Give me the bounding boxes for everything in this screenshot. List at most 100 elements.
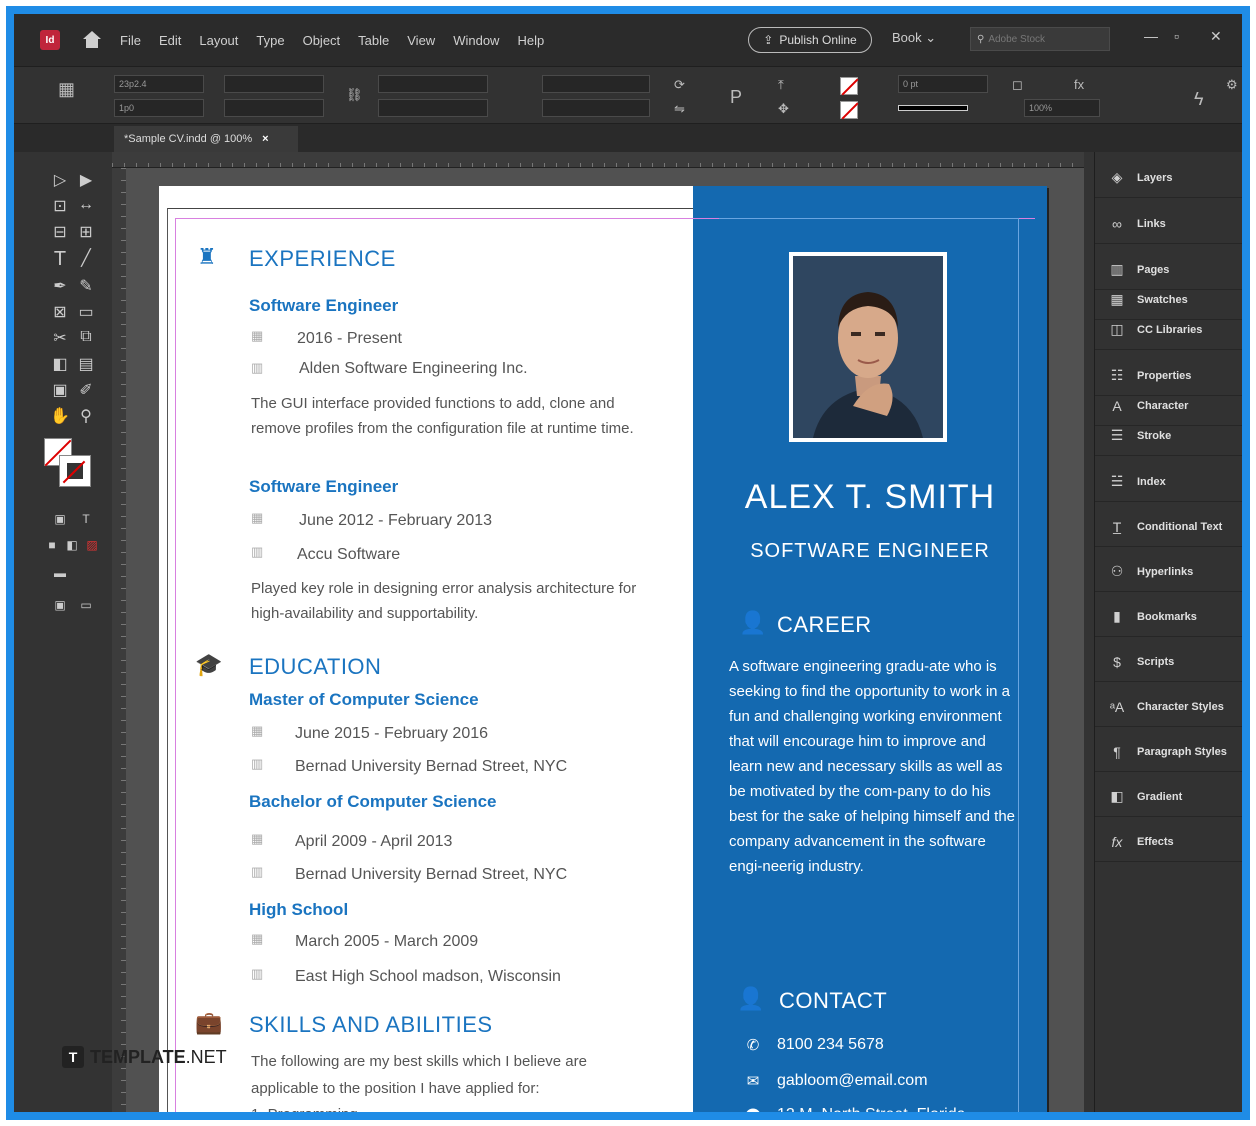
- adobe-stock-search[interactable]: ⚲ Adobe Stock: [970, 27, 1110, 51]
- lightning-icon[interactable]: ϟ: [1194, 89, 1204, 110]
- menu-file[interactable]: File: [120, 33, 141, 48]
- normal-view-icon[interactable]: ▣: [48, 598, 72, 612]
- panel-hyperlinks[interactable]: ⚇ Hyperlinks: [1095, 552, 1242, 592]
- paragraph-icon[interactable]: P: [730, 87, 742, 108]
- close-icon[interactable]: ✕: [1210, 28, 1222, 45]
- note-tool-icon[interactable]: ▣: [48, 380, 72, 400]
- gear-icon[interactable]: ⚙: [1226, 77, 1238, 93]
- panel-effects[interactable]: fx Effects: [1095, 822, 1242, 862]
- content-collector-icon[interactable]: ⊟: [48, 222, 72, 242]
- stroke-color-swatch[interactable]: [59, 455, 91, 487]
- y-position-field[interactable]: 1p0: [114, 99, 204, 117]
- rectangle-tool-icon[interactable]: ▭: [74, 302, 98, 322]
- content-placer-icon[interactable]: ⊞: [74, 222, 98, 242]
- panel-stroke[interactable]: ☰ Stroke: [1095, 416, 1242, 456]
- stroke-weight-field[interactable]: 0 pt: [898, 75, 988, 93]
- building-icon: ▥: [251, 360, 264, 375]
- flip-icon[interactable]: ⇋: [674, 101, 685, 117]
- x-position-field[interactable]: 23p2.4: [114, 75, 204, 93]
- panel-label: Effects: [1137, 835, 1174, 848]
- panel-bookmarks[interactable]: ▮ Bookmarks: [1095, 597, 1242, 637]
- character-styles-icon: ᵃA: [1109, 698, 1125, 715]
- panel-links[interactable]: ∞ Links: [1095, 204, 1242, 244]
- opacity-field[interactable]: 100%: [1024, 99, 1100, 117]
- pencil-tool-icon[interactable]: ✎: [74, 276, 98, 296]
- menu-layout[interactable]: Layout: [199, 33, 238, 48]
- menu-object[interactable]: Object: [303, 33, 341, 48]
- menu-edit[interactable]: Edit: [159, 33, 181, 48]
- swatches-icon: ▦: [1110, 291, 1124, 307]
- zoom-tool-icon[interactable]: ⚲: [74, 406, 98, 426]
- panel-character-styles[interactable]: ᵃA Character Styles: [1095, 687, 1242, 727]
- indesign-logo-icon[interactable]: Id: [40, 30, 60, 50]
- hand-tool-icon[interactable]: ✋: [48, 406, 72, 426]
- scissors-tool-icon[interactable]: ✂: [48, 328, 72, 348]
- page-tool-icon[interactable]: ⊡: [48, 196, 72, 216]
- stroke-swatch-icon[interactable]: [840, 101, 858, 119]
- width-field[interactable]: [224, 75, 324, 93]
- scale-y-field[interactable]: [378, 99, 488, 117]
- preview-view-icon[interactable]: ▭: [74, 598, 98, 612]
- select-content-icon[interactable]: ✥: [778, 101, 789, 117]
- scale-x-field[interactable]: [378, 75, 488, 93]
- minimize-icon[interactable]: —: [1144, 28, 1158, 44]
- panel-layers[interactable]: ◈ Layers: [1095, 158, 1242, 198]
- direct-selection-tool-icon[interactable]: ▶: [74, 170, 98, 190]
- template-net-watermark: T TEMPLATE .NET: [62, 1046, 227, 1068]
- menu-type[interactable]: Type: [256, 33, 284, 48]
- maximize-icon[interactable]: ▫: [1174, 28, 1179, 44]
- rectangle-frame-tool-icon[interactable]: ⊠: [48, 302, 72, 322]
- panel-gradient[interactable]: ◧ Gradient: [1095, 777, 1242, 817]
- book-dropdown[interactable]: Book ⌄: [892, 30, 936, 46]
- vertical-ruler[interactable]: [112, 168, 126, 1112]
- degree-dates: June 2015 - February 2016: [295, 725, 489, 742]
- panel-index[interactable]: ☱ Index: [1095, 462, 1242, 502]
- formatting-text-icon[interactable]: T: [74, 512, 98, 526]
- rotation-field[interactable]: [542, 75, 650, 93]
- fx-icon[interactable]: fx: [1074, 77, 1084, 92]
- panel-scripts[interactable]: $ Scripts: [1095, 642, 1242, 682]
- stroke-type-line[interactable]: [898, 105, 968, 111]
- school-icon: ▥: [251, 864, 264, 879]
- panel-label: Scripts: [1137, 655, 1175, 668]
- menu-help[interactable]: Help: [517, 33, 544, 48]
- menu-view[interactable]: View: [407, 33, 435, 48]
- shear-field[interactable]: [542, 99, 650, 117]
- formatting-container-icon[interactable]: ▣: [48, 512, 72, 526]
- tab-close-icon[interactable]: ×: [262, 133, 268, 145]
- panel-paragraph-styles[interactable]: ¶ Paragraph Styles: [1095, 732, 1242, 772]
- reference-point-icon[interactable]: ▦: [58, 79, 75, 100]
- panel-collapse-strip[interactable]: [1242, 152, 1250, 1120]
- screen-mode-icon[interactable]: ▬: [48, 566, 72, 580]
- select-container-icon[interactable]: ⤒: [778, 77, 784, 93]
- apply-none-icon[interactable]: ▨: [80, 538, 104, 552]
- gradient-feather-tool-icon[interactable]: ▤: [74, 354, 98, 374]
- gradient-swatch-tool-icon[interactable]: ◧: [48, 354, 72, 374]
- panel-label: Character Styles: [1137, 700, 1224, 713]
- tab-sample-cv[interactable]: *Sample CV.indd @ 100% ×: [114, 126, 298, 152]
- corner-options-icon[interactable]: ◻: [1012, 77, 1023, 93]
- publish-online-button[interactable]: ⇪ Publish Online: [748, 27, 872, 53]
- home-icon[interactable]: [82, 31, 102, 49]
- panel-conditional-text[interactable]: T̲ Conditional Text: [1095, 507, 1242, 547]
- line-tool-icon[interactable]: ╱: [74, 248, 98, 268]
- type-tool-icon[interactable]: T: [48, 248, 72, 271]
- calendar-icon: ▦: [251, 328, 264, 343]
- profile-photo[interactable]: [789, 252, 947, 442]
- calendar-icon: ▦: [251, 831, 264, 846]
- selection-tool-icon[interactable]: ▷: [48, 170, 72, 190]
- menu-window[interactable]: Window: [453, 33, 499, 48]
- menu-table[interactable]: Table: [358, 33, 389, 48]
- fill-none-icon[interactable]: [840, 77, 858, 95]
- constrain-proportions-icon[interactable]: ⛓: [346, 87, 363, 103]
- free-transform-tool-icon[interactable]: ⧉: [74, 328, 98, 346]
- horizontal-ruler[interactable]: [112, 152, 1084, 168]
- rotate-icon[interactable]: ⟳: [674, 77, 685, 93]
- height-field[interactable]: [224, 99, 324, 117]
- panel-cc-libraries[interactable]: ◫ CC Libraries: [1095, 310, 1242, 350]
- document-page[interactable]: ♜ EXPERIENCE Software Engineer ▦ 2016 - …: [159, 186, 1047, 1112]
- pen-tool-icon[interactable]: ✒: [48, 276, 72, 296]
- job-company: Accu Software: [297, 546, 401, 563]
- gap-tool-icon[interactable]: ↔: [74, 196, 98, 214]
- eyedropper-tool-icon[interactable]: ✐: [74, 380, 98, 400]
